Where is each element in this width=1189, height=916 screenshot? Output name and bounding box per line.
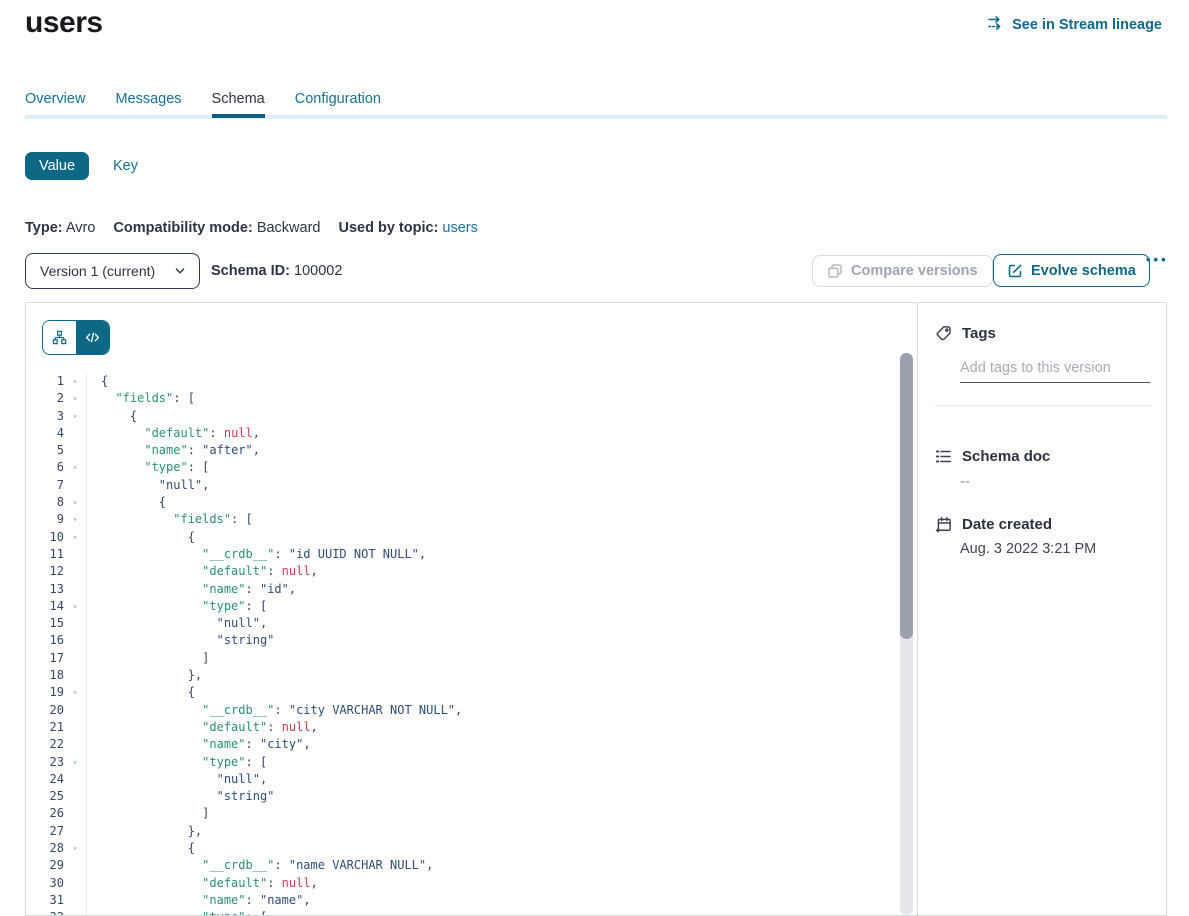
schema-id: Schema ID: 100002	[211, 263, 342, 279]
schema-meta-row: Type: Avro Compatibility mode: Backward …	[25, 220, 478, 236]
schema-id-value: 100002	[294, 263, 342, 279]
add-tags-input[interactable]	[960, 357, 1150, 383]
edit-icon	[1007, 263, 1023, 279]
tab-messages[interactable]: Messages	[115, 91, 181, 118]
schema-doc-value: --	[960, 474, 1149, 490]
compare-versions-label: Compare versions	[851, 263, 978, 279]
type-label: Type:	[25, 220, 63, 236]
date-created-section: Date created Aug. 3 2022 3:21 PM	[935, 516, 1149, 557]
schema-editor: 1▾{2▾ "fields": [3▾ {4 "default": null,5…	[26, 303, 919, 915]
stream-lineage-link[interactable]: See in Stream lineage	[987, 15, 1162, 35]
more-options-button[interactable]: •••	[1146, 252, 1169, 267]
code-view-icon	[85, 330, 100, 345]
version-dropdown-value: Version 1 (current)	[40, 263, 155, 279]
tree-view-button[interactable]	[43, 321, 76, 354]
value-key-toggle: Value Key	[25, 152, 138, 180]
date-created-value: Aug. 3 2022 3:21 PM	[960, 541, 1149, 557]
value-tab-button[interactable]: Value	[25, 152, 89, 180]
compare-versions-button[interactable]: Compare versions	[812, 255, 993, 287]
schema-sidebar: Tags Schema doc --	[917, 303, 1166, 915]
schema-doc-heading: Schema doc	[962, 448, 1050, 465]
code-editor[interactable]: 1▾{2▾ "fields": [3▾ {4 "default": null,5…	[26, 373, 889, 915]
tab-bar: Overview Messages Schema Configuration	[25, 91, 381, 118]
stream-lineage-label: See in Stream lineage	[1012, 17, 1162, 33]
code-view-button[interactable]	[76, 321, 109, 354]
evolve-schema-button[interactable]: Evolve schema	[993, 254, 1150, 287]
tab-configuration[interactable]: Configuration	[295, 91, 381, 118]
editor-scrollbar[interactable]	[900, 353, 913, 915]
tab-schema[interactable]: Schema	[212, 91, 265, 118]
tag-icon	[935, 325, 952, 342]
list-icon	[935, 448, 952, 465]
used-by-topic-label: Used by topic:	[338, 220, 438, 236]
compatibility-label: Compatibility mode:	[113, 220, 252, 236]
calendar-icon	[935, 516, 952, 533]
schema-panel: 1▾{2▾ "fields": [3▾ {4 "default": null,5…	[25, 302, 1167, 916]
tab-overview[interactable]: Overview	[25, 91, 85, 118]
topic-link[interactable]: users	[442, 220, 477, 236]
code-lines: 1▾{2▾ "fields": [3▾ {4 "default": null,5…	[26, 373, 889, 915]
tree-view-icon	[52, 330, 67, 345]
chevron-down-icon	[173, 264, 187, 278]
date-created-heading: Date created	[962, 516, 1052, 533]
compare-icon	[827, 263, 843, 279]
schema-doc-section: Schema doc --	[935, 448, 1149, 490]
key-tab-button[interactable]: Key	[113, 158, 138, 174]
stream-lineage-icon	[987, 15, 1005, 35]
type-value: Avro	[66, 220, 96, 236]
evolve-schema-label: Evolve schema	[1031, 263, 1136, 279]
sidebar-divider	[935, 405, 1150, 406]
editor-view-toggle	[42, 320, 110, 355]
version-dropdown[interactable]: Version 1 (current)	[25, 253, 200, 289]
tags-heading: Tags	[962, 325, 996, 342]
tags-section: Tags	[935, 325, 1149, 383]
schema-page: users See in Stream lineage Overview Mes…	[0, 0, 1189, 916]
page-title: users	[25, 6, 103, 40]
compatibility-value: Backward	[257, 220, 321, 236]
schema-id-label: Schema ID:	[211, 263, 290, 279]
editor-scrollbar-thumb[interactable]	[900, 353, 913, 639]
